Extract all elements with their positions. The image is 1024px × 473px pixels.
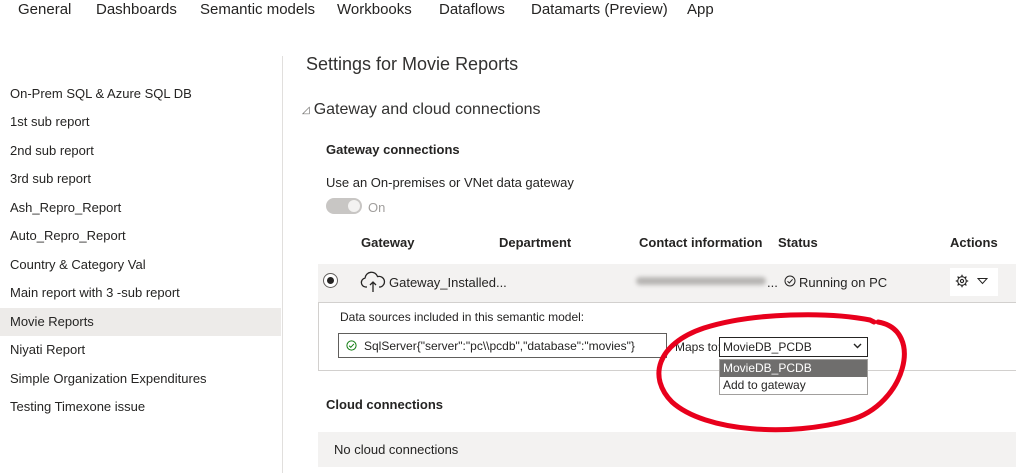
sidebar-item-simple-organization-expenditures[interactable]: Simple Organization Expenditures xyxy=(0,365,281,393)
maps-to-label: Maps to: xyxy=(675,340,722,354)
gateway-status: Running on PC xyxy=(799,275,888,290)
sidebar-item-testing-timexone-issue[interactable]: Testing Timexone issue xyxy=(0,393,281,421)
tab-datamarts[interactable]: Datamarts (Preview) xyxy=(531,1,668,18)
status-check-icon xyxy=(784,275,796,287)
data-source-text: SqlServer{"server":"pc\\pcdb","database"… xyxy=(364,339,635,353)
column-header-department: Department xyxy=(499,235,572,250)
tab-dataflows[interactable]: Dataflows xyxy=(439,1,505,18)
option-label: Add to gateway xyxy=(723,378,806,392)
gateway-toggle-description: Use an On-premises or VNet data gateway xyxy=(326,175,574,190)
page-title: Settings for Movie Reports xyxy=(306,54,519,74)
cloud-upload-icon xyxy=(360,271,386,292)
column-header-actions: Actions xyxy=(950,235,998,250)
cloud-connections-empty: No cloud connections xyxy=(318,432,1016,467)
sidebar-item-label: 1st sub report xyxy=(10,114,90,129)
gateway-actions-button[interactable] xyxy=(950,268,998,296)
redacted-contact-info xyxy=(636,277,766,285)
column-header-status: Status xyxy=(778,235,818,250)
sidebar-item-on-prem-sql[interactable]: On-Prem SQL & Azure SQL DB xyxy=(0,80,281,108)
sidebar-item-label: Simple Organization Expenditures xyxy=(10,371,207,386)
gateway-connections-title: Gateway connections xyxy=(326,142,460,157)
chevron-down-icon[interactable] xyxy=(977,277,988,285)
sidebar-item-1st-sub-report[interactable]: 1st sub report xyxy=(0,108,281,136)
maps-to-selected-value: MovieDB_PCDB xyxy=(723,340,812,354)
collapse-triangle-icon: ◿ xyxy=(302,105,310,116)
sidebar-item-label: 3rd sub report xyxy=(10,171,91,186)
cloud-connections-title: Cloud connections xyxy=(326,397,443,412)
sidebar-item-ash-repro-report[interactable]: Ash_Repro_Report xyxy=(0,194,281,222)
empty-state-text: No cloud connections xyxy=(334,442,459,457)
sidebar-item-movie-reports[interactable]: Movie Reports xyxy=(0,308,281,336)
sidebar-item-2nd-sub-report[interactable]: 2nd sub report xyxy=(0,137,281,165)
sidebar-item-label: Auto_Repro_Report xyxy=(10,228,126,243)
sidebar-item-label: Country & Category Val xyxy=(10,257,146,272)
dropdown-option-moviedb-pcdb[interactable]: MovieDB_PCDB xyxy=(720,360,867,377)
sidebar-item-label: Movie Reports xyxy=(10,314,94,329)
toggle-knob xyxy=(348,200,360,212)
sidebar-item-main-report[interactable]: Main report with 3 -sub report xyxy=(0,279,281,307)
toggle-state-label: On xyxy=(368,200,386,215)
tab-app[interactable]: App xyxy=(687,1,714,18)
chevron-down-icon xyxy=(853,343,862,349)
sidebar-item-label: Niyati Report xyxy=(10,342,86,357)
section-title: Gateway and cloud connections xyxy=(313,101,541,118)
sidebar-divider xyxy=(282,56,283,473)
sidebar-item-label: Ash_Repro_Report xyxy=(10,200,122,215)
tab-workbooks[interactable]: Workbooks xyxy=(337,1,412,18)
dropdown-option-add-to-gateway[interactable]: Add to gateway xyxy=(720,377,867,394)
table-row: Gateway_Installed... ... Running on PC xyxy=(318,264,1016,302)
sidebar-item-3rd-sub-report[interactable]: 3rd sub report xyxy=(0,165,281,193)
option-label: MovieDB_PCDB xyxy=(723,361,812,375)
tab-dashboards[interactable]: Dashboards xyxy=(96,1,177,18)
tab-semantic-models[interactable]: Semantic models xyxy=(200,1,315,18)
tab-general[interactable]: General xyxy=(18,1,71,18)
sidebar-item-niyati-report[interactable]: Niyati Report xyxy=(0,336,281,364)
contact-ellipsis: ... xyxy=(767,275,778,290)
sidebar-item-label: Main report with 3 -sub report xyxy=(10,285,180,300)
column-header-gateway: Gateway xyxy=(361,235,415,250)
gateway-radio-button[interactable] xyxy=(323,273,338,288)
gateway-name: Gateway_Installed... xyxy=(389,275,507,290)
column-header-contact: Contact information xyxy=(639,235,763,250)
section-header-gateway-cloud[interactable]: ◿ Gateway and cloud connections xyxy=(302,101,541,119)
sidebar-item-label: On-Prem SQL & Azure SQL DB xyxy=(10,86,192,101)
sidebar-item-auto-repro-report[interactable]: Auto_Repro_Report xyxy=(0,222,281,250)
sidebar-item-country-category-val[interactable]: Country & Category Val xyxy=(0,251,281,279)
check-circle-icon xyxy=(346,340,357,351)
data-source-item: SqlServer{"server":"pc\\pcdb","database"… xyxy=(338,333,667,358)
maps-to-dropdown-list: MovieDB_PCDB Add to gateway xyxy=(719,359,868,395)
maps-to-select[interactable]: MovieDB_PCDB xyxy=(719,337,868,357)
gear-icon[interactable] xyxy=(955,274,969,288)
gateway-toggle[interactable] xyxy=(326,198,362,214)
sidebar-item-label: 2nd sub report xyxy=(10,143,94,158)
data-sources-label: Data sources included in this semantic m… xyxy=(340,310,585,324)
sidebar-item-label: Testing Timexone issue xyxy=(10,399,146,414)
